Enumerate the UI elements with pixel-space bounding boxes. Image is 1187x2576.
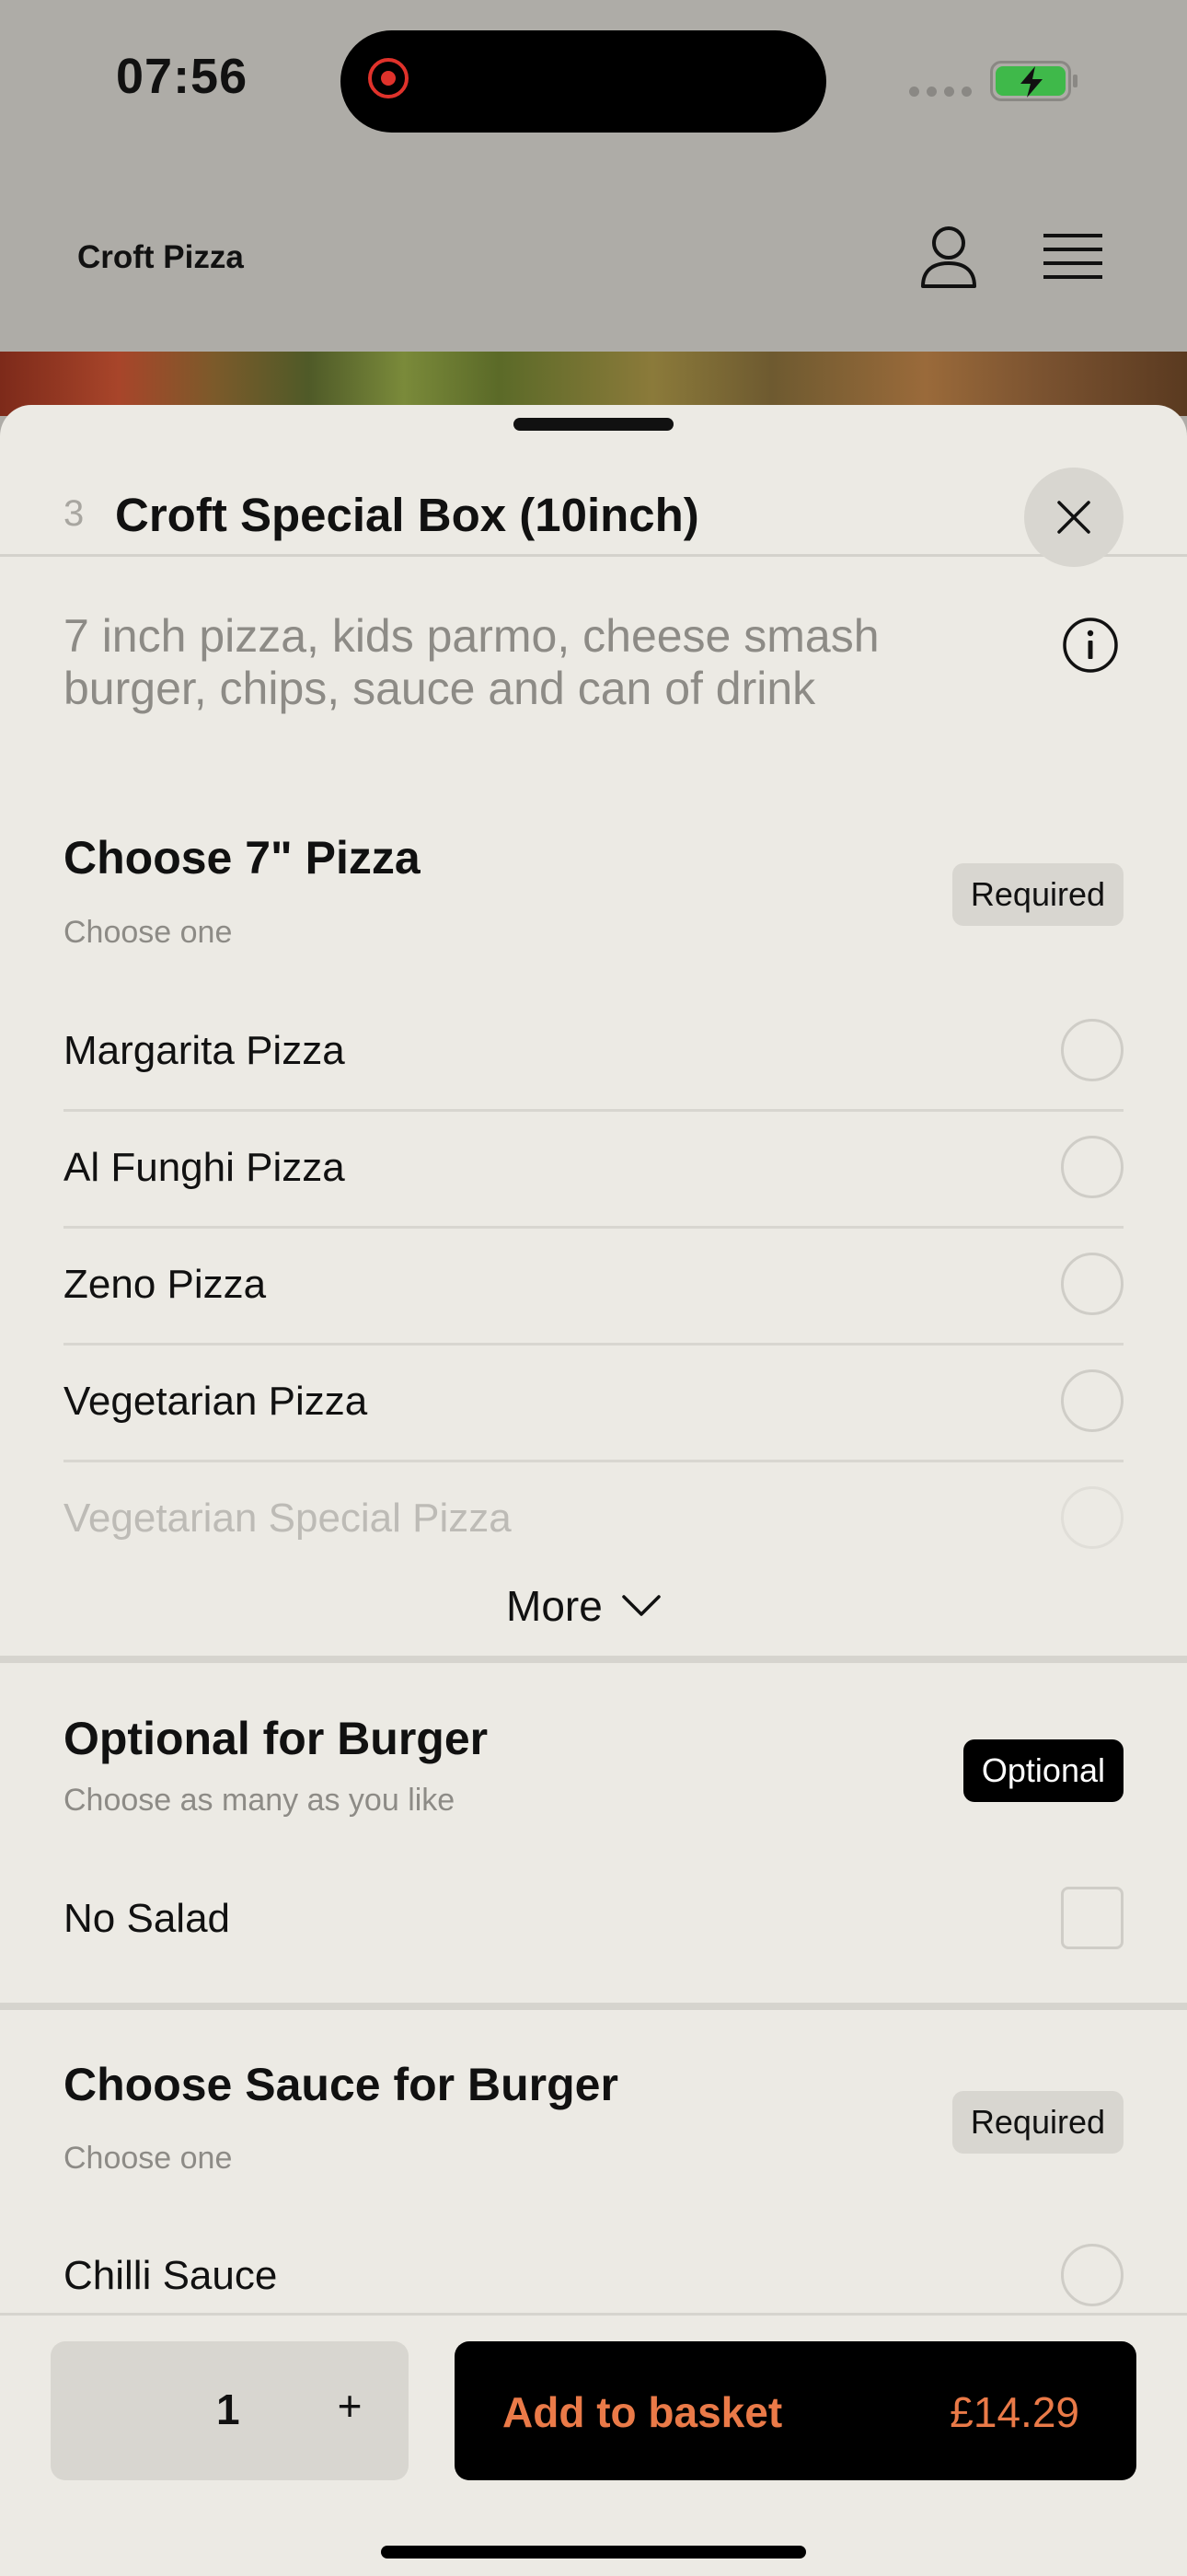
optional-badge: Optional bbox=[962, 1739, 1124, 1802]
increment-button[interactable]: + bbox=[327, 2381, 373, 2436]
option-label: Margarita Pizza bbox=[63, 1028, 345, 1073]
item-number: 3 bbox=[63, 493, 85, 534]
option-row[interactable]: No Salad bbox=[63, 1861, 1124, 1977]
status-bar: 07:56 bbox=[0, 0, 1187, 166]
option-row[interactable]: Vegetarian Special Pizza bbox=[63, 1461, 1124, 1577]
info-icon[interactable] bbox=[1062, 617, 1119, 674]
option-row[interactable]: Vegetarian Pizza bbox=[63, 1344, 1124, 1462]
status-time: 07:56 bbox=[116, 49, 248, 104]
option-label: Al Funghi Pizza bbox=[63, 1145, 345, 1190]
section-title-sauce: Choose Sauce for Burger bbox=[63, 2059, 618, 2110]
add-to-basket-button[interactable]: Add to basket £14.29 bbox=[455, 2341, 1136, 2480]
section-title-pizza: Choose 7" Pizza bbox=[63, 832, 421, 884]
radio-button[interactable] bbox=[1061, 1136, 1124, 1198]
option-label: Chilli Sauce bbox=[63, 2253, 278, 2298]
quantity-value: 1 bbox=[216, 2385, 240, 2433]
price-label: £14.29 bbox=[950, 2388, 1079, 2436]
chevron-down-icon bbox=[622, 1595, 661, 1616]
section-divider bbox=[0, 2003, 1187, 2010]
checkbox[interactable] bbox=[1061, 1887, 1124, 1949]
close-button[interactable] bbox=[1024, 468, 1124, 567]
close-icon bbox=[1057, 501, 1090, 534]
signal-icon bbox=[909, 87, 972, 97]
section-subtitle-pizza: Choose one bbox=[63, 915, 233, 950]
recording-indicator-icon bbox=[368, 58, 409, 98]
home-indicator[interactable] bbox=[381, 2546, 806, 2559]
sheet-title: Croft Special Box (10inch) bbox=[115, 489, 699, 541]
section-title-burger-optional: Optional for Burger bbox=[63, 1713, 489, 1764]
account-icon[interactable] bbox=[920, 225, 977, 288]
required-badge: Required bbox=[951, 2091, 1124, 2154]
radio-button[interactable] bbox=[1061, 2244, 1124, 2306]
footer-bar: 1 + Add to basket £14.29 bbox=[0, 2313, 1187, 2576]
sheet-grabber[interactable] bbox=[513, 418, 674, 431]
brand-name[interactable]: Croft Pizza bbox=[77, 239, 244, 276]
more-button[interactable]: More bbox=[506, 1574, 662, 1638]
required-badge: Required bbox=[951, 863, 1124, 926]
section-subtitle-burger-optional: Choose as many as you like bbox=[63, 1783, 455, 1818]
radio-button[interactable] bbox=[1061, 1253, 1124, 1315]
battery-charging-icon bbox=[990, 61, 1078, 101]
more-label: More bbox=[506, 1582, 603, 1630]
app-header: Croft Pizza bbox=[0, 166, 1187, 352]
item-description: 7 inch pizza, kids parmo, cheese smash b… bbox=[63, 610, 880, 714]
option-row[interactable]: Zeno Pizza bbox=[63, 1227, 1124, 1346]
section-divider bbox=[0, 1656, 1187, 1663]
menu-icon[interactable] bbox=[1043, 232, 1102, 283]
radio-button[interactable] bbox=[1061, 1486, 1124, 1549]
dynamic-island bbox=[340, 30, 826, 133]
item-sheet: 3 Croft Special Box (10inch) 7 inch pizz… bbox=[0, 405, 1187, 2573]
option-label: Vegetarian Pizza bbox=[63, 1379, 368, 1424]
sheet-header: 3 Croft Special Box (10inch) bbox=[0, 442, 1187, 567]
section-subtitle-sauce: Choose one bbox=[63, 2141, 233, 2176]
option-label: No Salad bbox=[63, 1896, 231, 1941]
option-row[interactable]: Margarita Pizza bbox=[63, 993, 1124, 1112]
option-label: Zeno Pizza bbox=[63, 1262, 267, 1307]
option-row[interactable]: Al Funghi Pizza bbox=[63, 1110, 1124, 1229]
radio-button[interactable] bbox=[1061, 1019, 1124, 1081]
option-label: Vegetarian Special Pizza bbox=[63, 1496, 512, 1541]
quantity-stepper[interactable]: 1 + bbox=[51, 2341, 409, 2480]
add-to-basket-label: Add to basket bbox=[502, 2388, 783, 2436]
radio-button[interactable] bbox=[1061, 1369, 1124, 1432]
